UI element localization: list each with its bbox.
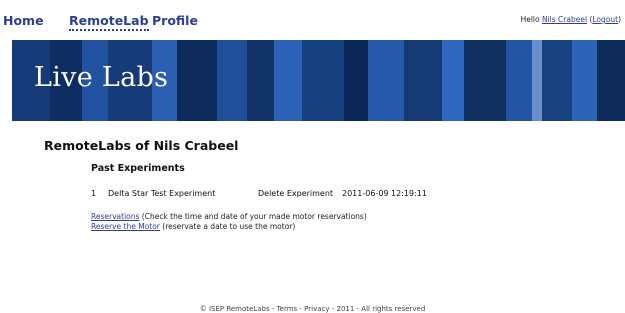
delete-experiment-link[interactable]: Delete Experiment [258, 189, 333, 198]
reserve-motor-link[interactable]: Reserve the Motor [91, 222, 160, 231]
header-banner: Live Labs [12, 40, 625, 121]
footer: © ISEP RemoteLabs - Terms - Privacy - 20… [199, 305, 426, 313]
reserve-motor-description: (reservate a date to use the motor) [159, 222, 296, 231]
logout-paren-close: ) [618, 15, 621, 24]
logout-link[interactable]: Logout [592, 15, 618, 24]
nav-remotelab-link[interactable]: RemoteLab [69, 13, 149, 31]
top-navigation: Home RemoteLab Profile Hello Nils Crabee… [0, 0, 625, 38]
reservations-description: (Check the time and date of your made mo… [139, 212, 367, 221]
banner-title: Live Labs [34, 62, 169, 93]
experiment-datetime-link[interactable]: 2011-06-09 12:19:11 [342, 189, 427, 198]
reserve-motor-line: Reserve the Motor (reservate a date to u… [91, 222, 295, 231]
reservations-line: Reservations (Check the time and date of… [91, 212, 367, 221]
reservations-link[interactable]: Reservations [91, 212, 139, 221]
user-greeting: Hello Nils Crabeel (Logout) [521, 15, 621, 24]
user-name-link[interactable]: Nils Crabeel [542, 15, 587, 24]
page-title: RemoteLabs of Nils Crabeel [44, 138, 239, 153]
experiment-id-link[interactable]: 1 [91, 189, 96, 198]
nav-home-link[interactable]: Home [3, 13, 44, 28]
past-experiments-heading: Past Experiments [91, 163, 185, 174]
nav-profile-link[interactable]: Profile [152, 13, 198, 28]
greeting-text: Hello [520, 15, 540, 24]
experiment-name-link[interactable]: Delta Star Test Experiment [108, 189, 215, 198]
